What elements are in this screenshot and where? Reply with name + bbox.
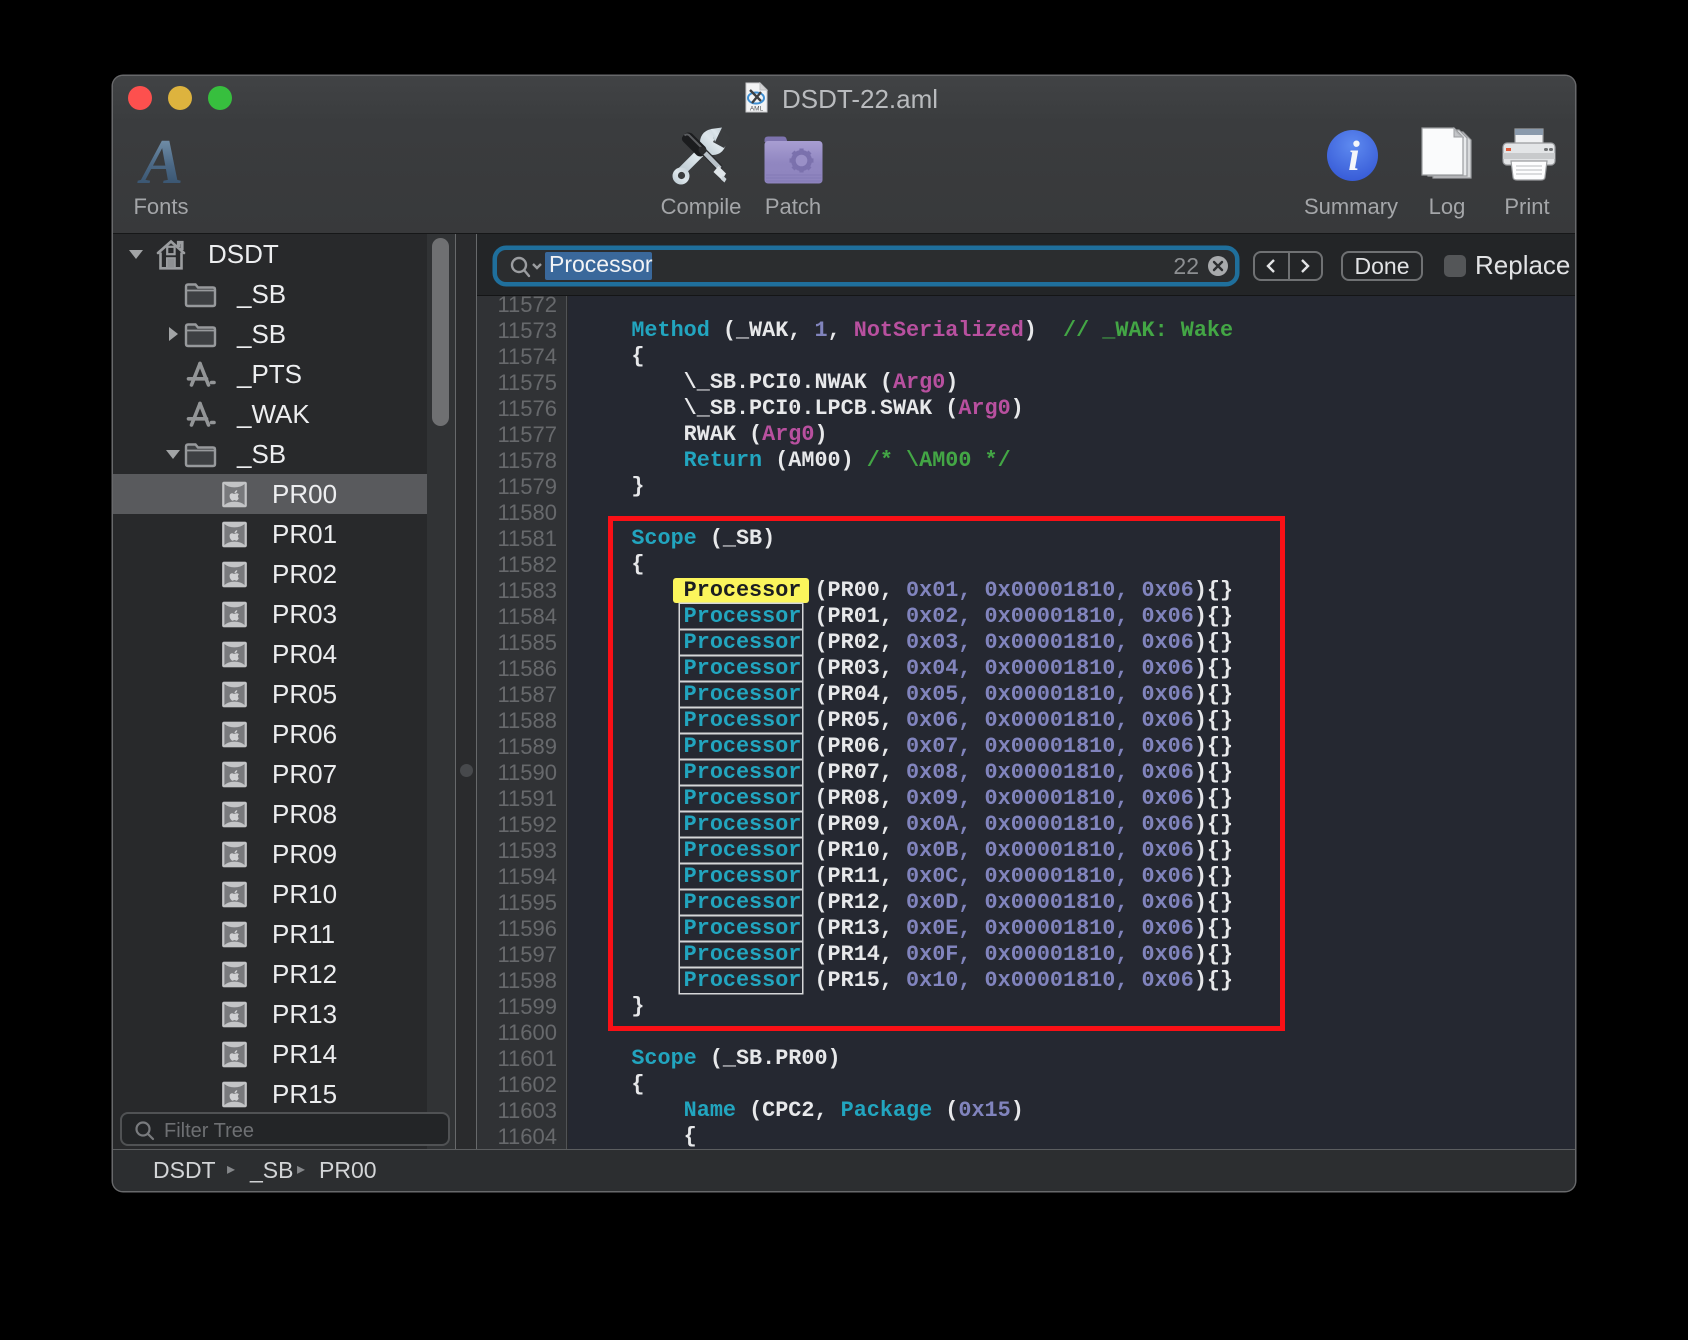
svg-text:i: i (1348, 134, 1360, 180)
svg-text:A: A (137, 126, 184, 194)
svg-text:AML: AML (750, 106, 764, 113)
